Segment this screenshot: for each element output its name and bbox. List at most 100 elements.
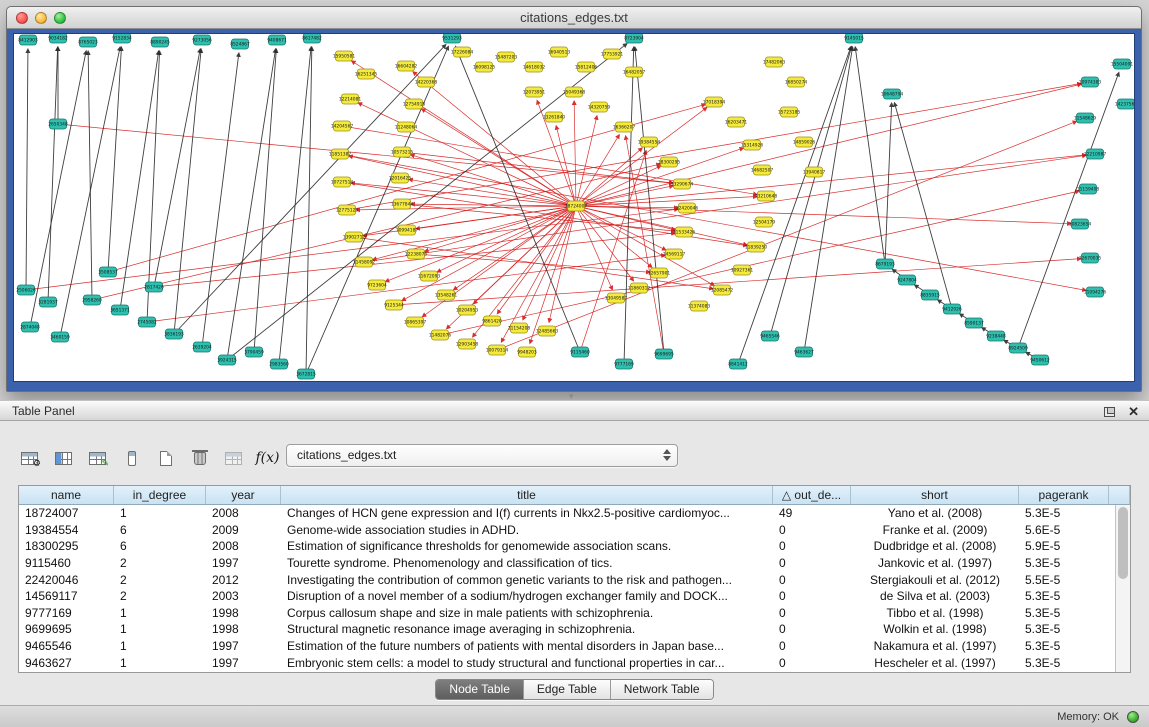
graph-node[interactable]: 13290674: [671, 179, 694, 189]
delete-icon[interactable]: [186, 445, 213, 471]
tab-network-table[interactable]: Network Table: [610, 680, 713, 699]
graph-node[interactable]: 9861420: [482, 316, 502, 326]
graph-node[interactable]: 2639204: [192, 342, 212, 352]
float-panel-icon[interactable]: [1104, 407, 1115, 417]
graph-node[interactable]: 17753921: [601, 49, 624, 59]
graph-node[interactable]: 11860312: [628, 283, 651, 293]
graph-node[interactable]: 8890245: [150, 37, 170, 47]
close-panel-icon[interactable]: ✕: [1128, 405, 1139, 418]
graph-node[interactable]: 9273056: [192, 35, 212, 45]
graph-node[interactable]: 3281937: [38, 297, 58, 307]
graph-node[interactable]: 14618032: [523, 62, 546, 72]
graph-node[interactable]: 9948203: [517, 347, 537, 357]
graph-node[interactable]: 17482063: [763, 57, 786, 67]
graph-node[interactable]: 13049587: [605, 293, 628, 303]
graph-node[interactable]: 11374083: [688, 301, 711, 311]
graph-node[interactable]: 11548629: [1074, 113, 1097, 123]
graph-node[interactable]: 8679193: [875, 259, 895, 269]
graph-node[interactable]: 8835915: [920, 290, 940, 300]
column-header-year[interactable]: year: [206, 486, 281, 504]
graph-node[interactable]: 12073951: [523, 87, 546, 97]
graph-node[interactable]: 13677844: [391, 199, 414, 209]
graph-node[interactable]: 14859026: [793, 137, 816, 147]
graph-node[interactable]: 3924315: [217, 355, 237, 365]
function-builder-button[interactable]: f(x): [254, 445, 281, 471]
table-row[interactable]: 1830029562008Estimation of significance …: [19, 538, 1130, 555]
graph-node[interactable]: 11533426: [673, 227, 696, 237]
graph-node[interactable]: 17226084: [451, 47, 474, 57]
citation-network-graph[interactable]: 1872400715950581162513451221408114204567…: [14, 34, 1135, 382]
graph-node[interactable]: 15950581: [333, 51, 356, 61]
graph-node[interactable]: 16940513: [548, 47, 571, 57]
graph-node[interactable]: 15487203: [495, 52, 518, 62]
graph-node[interactable]: 12016425: [389, 173, 412, 183]
table-row[interactable]: 969969511998Structural magnetic resonanc…: [19, 621, 1130, 638]
graph-node[interactable]: 9034182: [48, 34, 68, 43]
graph-node[interactable]: 13210648: [755, 191, 778, 201]
table-row[interactable]: 2242004622012Investigating the contribut…: [19, 571, 1130, 588]
graph-node[interactable]: 16203471: [725, 117, 748, 127]
graph-node[interactable]: 12903458: [456, 339, 479, 349]
graph-node[interactable]: 13902712: [343, 232, 366, 242]
graph-node[interactable]: 3672815: [296, 369, 316, 379]
graph-node[interactable]: 2506026: [16, 285, 36, 295]
graph-node[interactable]: 14237568: [1115, 99, 1135, 109]
graph-node[interactable]: 3508537: [98, 267, 118, 277]
table-row[interactable]: 911546021997Tourette syndrome. Phenomeno…: [19, 555, 1130, 572]
graph-node[interactable]: 9531293: [442, 34, 462, 43]
graph-node[interactable]: 12504179: [753, 217, 776, 227]
graph-node[interactable]: 9247804: [897, 275, 917, 285]
graph-node[interactable]: 12085472: [711, 285, 734, 295]
table-row[interactable]: 946362711997Embryonic stem cells: a mode…: [19, 654, 1130, 671]
graph-node[interactable]: 11458092: [353, 257, 376, 267]
import-table-icon[interactable]: [220, 445, 247, 471]
column-header-name[interactable]: name: [19, 486, 114, 504]
graph-node[interactable]: 18724007: [565, 201, 588, 211]
graph-node[interactable]: 12775123: [336, 205, 359, 215]
graph-node[interactable]: 11094276: [1084, 287, 1107, 297]
show-columns-icon[interactable]: [50, 445, 77, 471]
graph-node[interactable]: 3836193: [164, 329, 184, 339]
graph-node[interactable]: 9699695: [654, 349, 674, 359]
graph-node[interactable]: 9412026: [942, 304, 962, 314]
graph-node[interactable]: 10573215: [391, 147, 414, 157]
table-row[interactable]: 977716911998Corpus callosum shape and si…: [19, 605, 1130, 622]
graph-node[interactable]: 8924509: [1008, 343, 1028, 353]
graph-node[interactable]: 11482076: [429, 330, 452, 340]
graph-node[interactable]: 16366207: [613, 122, 636, 132]
column-header-title[interactable]: title: [281, 486, 773, 504]
graph-node[interactable]: 12210987: [1084, 149, 1107, 159]
tab-edge-table[interactable]: Edge Table: [523, 680, 610, 699]
edit-table-icon[interactable]: ✎: [84, 445, 111, 471]
graph-node[interactable]: 2650348: [48, 119, 68, 129]
scrollbar-thumb[interactable]: [1118, 507, 1128, 579]
graph-node[interactable]: 10079314: [486, 345, 509, 355]
new-file-icon[interactable]: [152, 445, 179, 471]
graph-node[interactable]: 9450612: [1030, 355, 1050, 365]
graph-node[interactable]: 10727514: [331, 177, 354, 187]
graph-node[interactable]: 15812406: [575, 62, 598, 72]
tab-node-table[interactable]: Node Table: [436, 680, 523, 699]
graph-node[interactable]: 10927361: [731, 265, 754, 275]
graph-node[interactable]: 8723904: [624, 34, 644, 43]
graph-node[interactable]: 9463627: [794, 347, 814, 357]
graph-node[interactable]: 9408671: [267, 35, 287, 45]
graph-node[interactable]: 11154208: [508, 323, 531, 333]
table-selector-dropdown[interactable]: citations_edges.txt: [286, 444, 678, 467]
graph-node[interactable]: 3790459: [244, 347, 264, 357]
graph-node[interactable]: 13940817: [803, 167, 826, 177]
graph-node[interactable]: 15049368: [563, 87, 586, 97]
graph-node[interactable]: 17018394: [703, 97, 726, 107]
graph-node[interactable]: 13261840: [543, 112, 566, 122]
graph-node[interactable]: 3460159: [50, 332, 70, 342]
graph-node[interactable]: 12657901: [648, 268, 671, 278]
graph-node[interactable]: 2817426: [144, 282, 164, 292]
graph-node[interactable]: 11248064: [395, 122, 418, 132]
graph-node[interactable]: 15723185: [778, 107, 801, 117]
graph-node[interactable]: 11839250: [745, 242, 768, 252]
column-icon[interactable]: [118, 445, 145, 471]
graph-node[interactable]: 8412903: [18, 35, 38, 45]
table-settings-icon[interactable]: ⚙: [16, 445, 43, 471]
graph-node[interactable]: 2983560: [269, 359, 289, 369]
graph-node[interactable]: 10974383: [1079, 77, 1102, 87]
